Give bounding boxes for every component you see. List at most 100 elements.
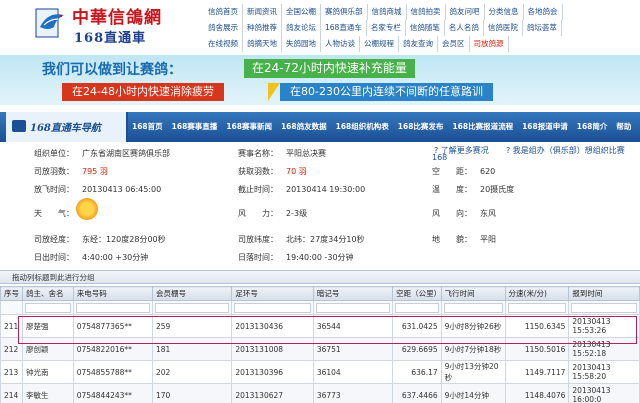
filter-cell (440, 300, 506, 315)
navbar-link[interactable]: 168首页 (132, 121, 163, 132)
cell-ring: 2013130396 (231, 360, 314, 384)
topnav-item[interactable]: 在线视频 (204, 36, 243, 52)
topnav-item[interactable]: 人物访谈 (321, 36, 360, 52)
column-header[interactable]: 会员棚号 (152, 286, 233, 301)
topnav-item[interactable]: 失鸽园地 (282, 36, 321, 52)
topnav-item[interactable]: 全国公棚 (282, 4, 321, 20)
filter-input[interactable] (571, 302, 637, 313)
navbar-link[interactable]: 168简介 (577, 121, 608, 132)
cell-no: 214 (0, 383, 24, 403)
table-row[interactable]: 213 钟光南 0754855788** 202 2013130396 3610… (0, 360, 640, 384)
topnav-item[interactable]: 新闻资讯 (243, 4, 282, 20)
cell-mark: 36773 (312, 383, 394, 403)
topnav-item[interactable]: 信鸽拍卖 (407, 4, 446, 20)
organize-race-link[interactable]: ? 我是组办（俱乐部）想组织比赛 (506, 145, 625, 156)
cutoff-value: 20130414 19:30:00 (286, 185, 366, 194)
filter-input[interactable] (75, 302, 151, 313)
field-label: 组织单位： (34, 149, 74, 158)
banner-headline: 我们可以做到让赛鸽： (42, 62, 182, 78)
temperature-field: 温 度： 20摄氏度 (432, 185, 515, 194)
cell-speed: 1148.4076 (504, 383, 570, 403)
topnav-item[interactable]: 信鸽医院 (484, 20, 523, 36)
topnav-item[interactable]: 种鸽推荐 (243, 20, 282, 36)
site-logo[interactable]: 中華信鴿網 168直通車 (34, 3, 174, 47)
longitude-field: 司放经度： 东经：120度28分00秒 (34, 235, 166, 244)
topnav-item[interactable]: 168直通车 (321, 20, 367, 36)
filter-input[interactable] (315, 302, 391, 313)
navbar-link[interactable]: 168组织机构表 (336, 121, 389, 132)
filter-input[interactable] (155, 302, 230, 313)
filter-cell (231, 300, 314, 315)
terrain-value: 平阳 (480, 235, 496, 244)
release-count-value: 795 羽 (82, 167, 108, 176)
navbar-link[interactable]: 168比赛报道流程 (452, 121, 513, 132)
topnav-item[interactable]: 公棚规程 (360, 36, 399, 52)
topnav-item[interactable]: 鸽友问吧 (446, 4, 485, 20)
navbar-link[interactable]: 168鸽友数据 (281, 121, 327, 132)
navbar-link[interactable]: 168比赛发布 (398, 121, 444, 132)
column-header[interactable]: 分速(米/分) (504, 286, 570, 301)
column-header[interactable]: 鸽主、舍名 (22, 286, 74, 301)
topnav-item[interactable]: 鸽坛荟萃 (523, 20, 562, 36)
column-header[interactable]: 足环号 (231, 286, 314, 301)
banner-divider-shape (268, 83, 280, 101)
table-row[interactable]: 214 李敏生 0754844243** 170 2013130627 3677… (0, 383, 640, 403)
topnav-item[interactable]: 赛鸽俱乐部 (321, 4, 368, 20)
topnav-item[interactable]: 信鸽首页 (204, 4, 243, 20)
more-info-link-168[interactable]: 168 (432, 153, 447, 162)
banner-red-box: 在24-48小时内快速消除疲劳 (62, 83, 224, 101)
topnav-item[interactable]: 鸽友查询 (399, 36, 438, 52)
topnav-item[interactable]: 信鸽商城 (368, 4, 407, 20)
group-by-hint[interactable]: 拖动列标题到此进行分组 (0, 270, 640, 284)
topnav-item[interactable]: 名家专栏 (367, 20, 406, 36)
filter-cell (392, 300, 442, 315)
filter-row (0, 300, 640, 315)
cell-owner: 钟光南 (22, 360, 74, 384)
filter-input[interactable] (234, 302, 311, 313)
column-header[interactable]: 空距（公里） (392, 286, 442, 301)
topnav-item[interactable]: 鸽舍展示 (204, 20, 243, 36)
table-header-row: 序号 鸽主、舍名 来电号码 会员棚号 足环号 暗记号 空距（公里） 飞行时间 分… (0, 286, 640, 301)
ad-banner[interactable]: 我们可以做到让赛鸽： 在24-72小时内快速补充能量 在24-48小时内快速消除… (0, 55, 640, 105)
filter-input[interactable] (443, 302, 503, 313)
filter-cell (312, 300, 394, 315)
navbar-link[interactable]: 168报道申请 (522, 121, 568, 132)
returned-field: 获取羽数： 70 羽 (238, 167, 307, 176)
cell-member: 170 (152, 383, 233, 403)
cell-flight-time: 9小时14分钟 (440, 383, 506, 403)
topnav-item[interactable]: 信鸽随笔 (406, 20, 445, 36)
column-header[interactable]: 飞行时间 (440, 286, 506, 301)
navbar-link[interactable]: 帮助 (616, 121, 631, 132)
sunset-field: 日落时间： 19:40:00 -30分钟 (238, 253, 354, 262)
logo-subtitle: 168直通車 (74, 31, 147, 46)
weather-field: 天 气： (34, 209, 74, 218)
column-header[interactable]: 暗记号 (312, 286, 394, 301)
topnav-item[interactable]: 各地鸽会 (524, 4, 563, 20)
navbar-link[interactable]: 168赛事直播 (172, 121, 218, 132)
navbar-link[interactable]: 168赛事新闻 (226, 121, 272, 132)
release-time-value: 20130413 06:45:00 (82, 185, 162, 194)
filter-input[interactable] (395, 302, 439, 313)
banner-green-box: 在24-72小时内快速补充能量 (244, 59, 415, 78)
sunrise-field: 日出时间： 4:40:00 +30分钟 (34, 253, 149, 262)
filter-input[interactable] (507, 302, 567, 313)
latitude-value: 北纬：27度34分10秒 (286, 235, 365, 244)
column-header[interactable]: 来电号码 (72, 286, 154, 301)
filter-input[interactable] (25, 302, 71, 313)
filter-cell (22, 300, 74, 315)
event-field: 赛事名称： 平阳总决赛 (238, 148, 326, 159)
airline-field: 空 距： 620 (432, 167, 496, 176)
topnav-item-red[interactable]: 司放鸽源 (470, 36, 509, 52)
topnav-item[interactable]: 名人名鸽 (445, 20, 484, 36)
topnav-item[interactable]: 会员区 (438, 36, 470, 52)
release-count-field: 司放羽数： 795 羽 (34, 167, 108, 176)
banner-blue-box: 在80-230公里内连续不间断的任意路训 (280, 83, 493, 101)
topnav-item[interactable]: 鸽摘天地 (243, 36, 282, 52)
section-navbar: 168直通车导航 168首页 168赛事直播 168赛事新闻 168鸽友数据 168组织… (0, 112, 640, 142)
topnav-item[interactable]: 分类信息 (485, 4, 524, 20)
topnav-item[interactable]: 鸽友论坛 (282, 20, 321, 36)
column-header[interactable]: 序号 (0, 286, 24, 301)
navbar-title: 168直通车导航 (30, 123, 101, 134)
column-header[interactable]: 报到时间 (568, 286, 640, 301)
navbar-links: 168首页 168赛事直播 168赛事新闻 168鸽友数据 168组织机构表 168比赛发… (132, 121, 640, 132)
